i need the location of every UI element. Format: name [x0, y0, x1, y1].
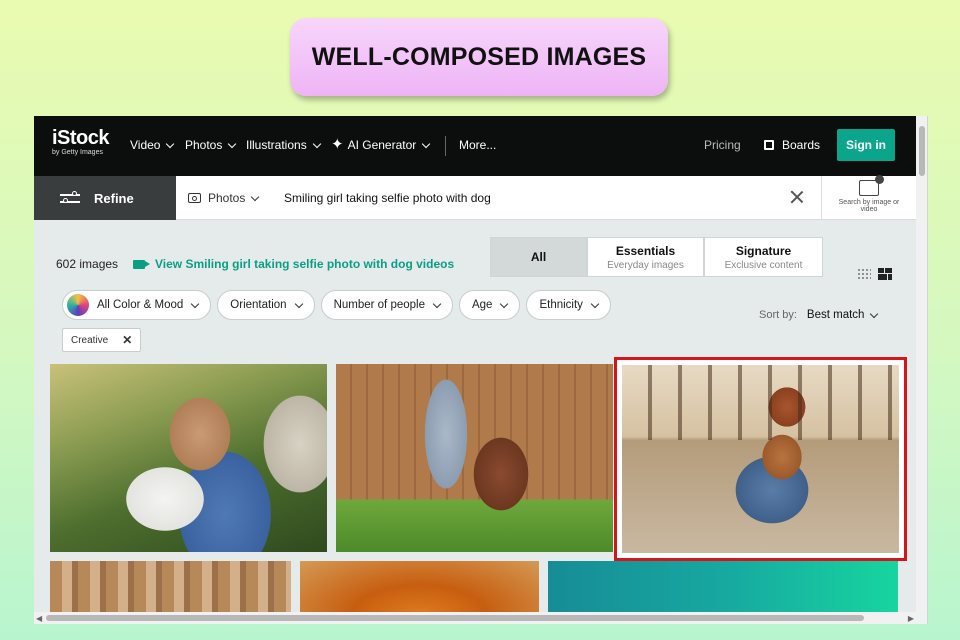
image-search-icon: [859, 175, 884, 196]
nav-illustrations[interactable]: Illustrations: [246, 138, 321, 152]
result-image-autumn[interactable]: [300, 561, 539, 616]
logo-text: iStock: [52, 127, 110, 149]
tab-signature[interactable]: Signature Exclusive content: [704, 237, 823, 277]
remove-filter-icon[interactable]: ✕: [122, 333, 132, 347]
active-filter-label: Creative: [71, 334, 109, 346]
filter-age-label: Age: [471, 299, 493, 311]
chevron-down-icon: [251, 192, 260, 201]
tab-essentials-label: Essentials: [615, 243, 676, 258]
camera-icon: [188, 193, 201, 203]
nav-boards-label: Boards: [782, 138, 821, 152]
nav-pricing-label: Pricing: [704, 138, 741, 152]
horizontal-scrollbar[interactable]: ◀ ▶: [34, 612, 916, 624]
media-type-select[interactable]: Photos: [188, 191, 260, 205]
nav-divider: [445, 136, 446, 156]
nav-more[interactable]: More...: [459, 138, 496, 152]
chevron-down-icon: [870, 309, 879, 318]
boards-icon: [764, 140, 774, 150]
close-icon[interactable]: [790, 190, 804, 204]
chevron-down-icon: [166, 139, 175, 148]
top-navigation: iStock by Getty Images Video Photos Illu…: [34, 116, 916, 176]
tab-all[interactable]: All: [490, 237, 587, 277]
filter-number-of-people[interactable]: Number of people: [320, 290, 453, 320]
sparkle-icon: ✦: [331, 136, 344, 153]
result-image-teal-gradient[interactable]: [548, 561, 898, 616]
chevron-down-icon: [312, 139, 321, 148]
chevron-down-icon: [590, 299, 600, 308]
search-input[interactable]: [284, 186, 764, 210]
tab-essentials-sub: Everyday images: [607, 259, 684, 271]
filter-color-mood[interactable]: All Color & Mood: [62, 290, 212, 320]
result-image-forest[interactable]: [50, 561, 291, 616]
highlighted-result: [614, 357, 907, 561]
refine-label: Refine: [94, 190, 134, 206]
nav-ai-generator-label: AI Generator: [347, 138, 417, 152]
refine-button[interactable]: Refine: [34, 176, 176, 220]
media-type-label: Photos: [208, 191, 246, 205]
result-image-poodle-sitting[interactable]: [336, 364, 613, 552]
vertical-scrollbar[interactable]: [916, 116, 927, 624]
video-camera-icon: [133, 259, 150, 269]
sign-in-button[interactable]: Sign in: [837, 129, 895, 161]
sliders-icon: [60, 191, 80, 205]
chevron-down-icon: [422, 139, 431, 148]
search-bar: Refine Photos Search by image or video: [34, 175, 916, 220]
chevron-down-icon: [432, 299, 442, 308]
filter-ethnicity[interactable]: Ethnicity: [526, 290, 611, 320]
filter-age[interactable]: Age: [458, 290, 521, 320]
view-videos-label: View Smiling girl taking selfie photo wi…: [155, 257, 455, 271]
tab-signature-sub: Exclusive content: [724, 259, 803, 271]
view-videos-link[interactable]: View Smiling girl taking selfie photo wi…: [133, 257, 454, 271]
nav-boards[interactable]: Boards: [764, 138, 820, 152]
logo-subtext: by Getty Images: [52, 149, 103, 156]
collection-tabs: All Essentials Everyday images Signature…: [490, 237, 823, 277]
search-by-image-button[interactable]: Search by image or video: [821, 175, 916, 220]
result-image-girl-selfie-with-dog[interactable]: [622, 365, 899, 553]
grid-view-icon[interactable]: [857, 268, 871, 279]
title-banner: WELL-COMPOSED IMAGES: [290, 18, 668, 96]
tab-all-label: All: [530, 250, 547, 264]
chevron-down-icon: [228, 139, 237, 148]
filter-number-of-people-label: Number of people: [333, 299, 425, 311]
results-count: 602 images: [56, 257, 119, 271]
tab-signature-label: Signature: [735, 243, 792, 258]
filter-bar: All Color & Mood Orientation Number of p…: [62, 290, 611, 320]
banner-title: WELL-COMPOSED IMAGES: [311, 42, 647, 71]
nav-video-label: Video: [130, 138, 161, 152]
sort-control[interactable]: Sort by: Best match: [759, 309, 879, 321]
color-swatch-icon: [67, 294, 89, 316]
sort-value: Best match: [806, 309, 865, 321]
nav-ai-generator[interactable]: ✦ AI Generator: [331, 136, 431, 153]
filter-orientation[interactable]: Orientation: [217, 290, 315, 320]
nav-photos[interactable]: Photos: [185, 138, 237, 152]
istock-logo[interactable]: iStock by Getty Images: [52, 127, 110, 157]
filter-ethnicity-label: Ethnicity: [539, 299, 583, 311]
nav-pricing[interactable]: Pricing: [704, 138, 741, 152]
browser-window: iStock by Getty Images Video Photos Illu…: [34, 116, 928, 624]
tab-essentials[interactable]: Essentials Everyday images: [587, 237, 704, 277]
filter-orientation-label: Orientation: [230, 299, 287, 311]
chevron-down-icon: [500, 299, 509, 308]
sort-label: Sort by:: [759, 309, 797, 321]
nav-video[interactable]: Video: [130, 138, 175, 152]
chevron-down-icon: [191, 299, 200, 308]
mosaic-view-icon[interactable]: [878, 268, 892, 280]
search-by-image-label: Search by image or video: [838, 199, 900, 213]
active-filter-tag: Creative ✕: [62, 328, 142, 352]
chevron-down-icon: [294, 299, 303, 308]
result-image-woman-hugging-dog[interactable]: [50, 364, 327, 552]
nav-illustrations-label: Illustrations: [246, 138, 307, 152]
filter-color-mood-label: All Color & Mood: [97, 299, 184, 311]
nav-photos-label: Photos: [185, 138, 223, 152]
nav-more-label: More...: [459, 138, 497, 152]
